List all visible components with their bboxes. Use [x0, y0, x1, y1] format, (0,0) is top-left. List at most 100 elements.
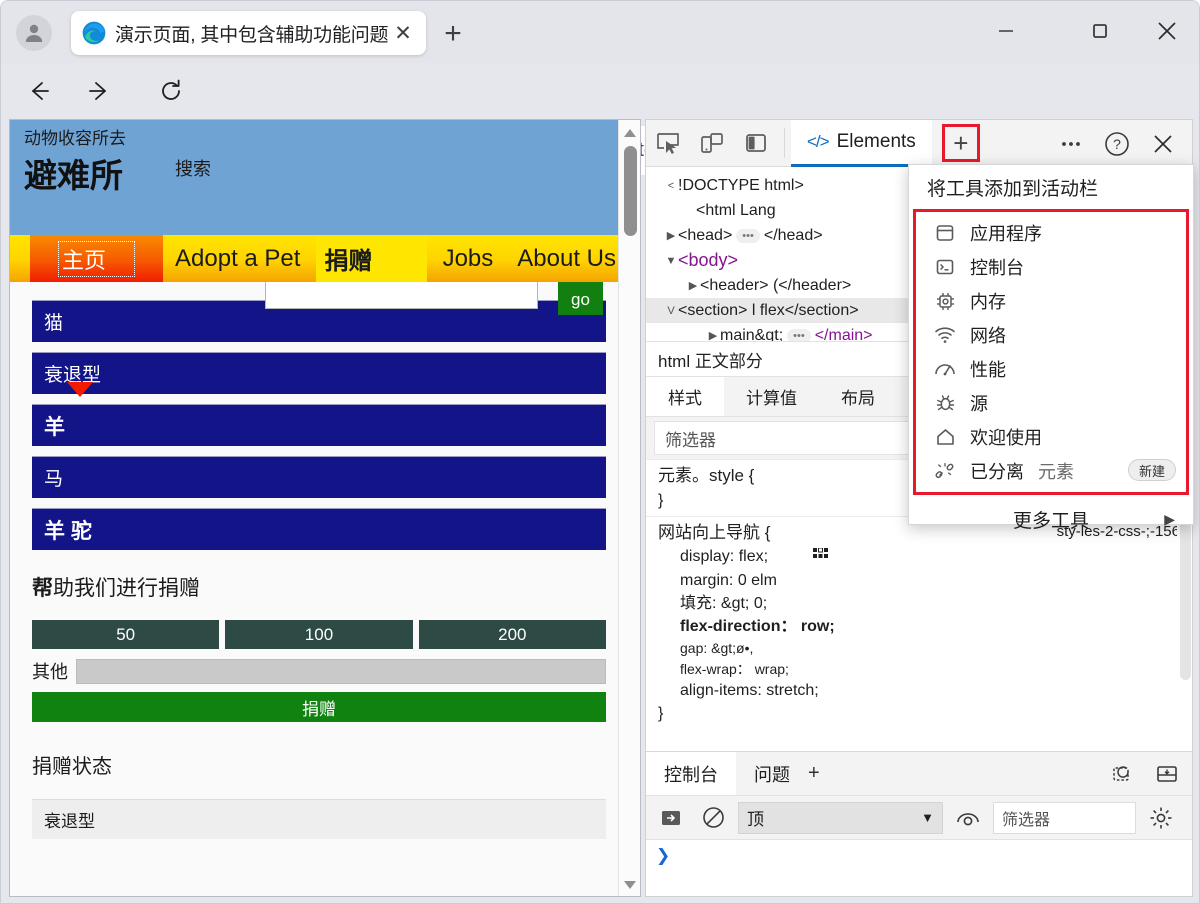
menu-item-memory[interactable]: 内存 [916, 284, 1186, 318]
other-amount-input[interactable] [76, 659, 606, 684]
page-scrollbar[interactable] [618, 120, 640, 897]
scroll-up-arrow-icon[interactable] [619, 122, 641, 144]
twisty-icon[interactable]: < [664, 180, 678, 192]
css-declaration[interactable]: flex-direction： row; [658, 615, 1180, 638]
css-declaration[interactable]: gap: &gt;ø•, [658, 638, 1180, 658]
back-button[interactable] [19, 71, 59, 111]
console-context-value: 顶 [747, 805, 764, 830]
tab-console[interactable]: 控制台 [646, 752, 736, 795]
devtools-close-icon[interactable] [1140, 122, 1186, 166]
inspect-element-icon[interactable] [646, 121, 690, 165]
menu-item-performance[interactable]: 性能 [916, 352, 1186, 386]
window-minimize-button[interactable] [983, 9, 1029, 53]
donation-status-heading: 捐赠状态 [32, 750, 628, 779]
detached-elements-icon [934, 460, 956, 482]
menu-item-label: 性能 [970, 356, 1006, 382]
scroll-down-arrow-icon[interactable] [619, 874, 641, 896]
css-declaration[interactable]: flex-wrap： wrap; [658, 659, 1180, 679]
list-item[interactable]: 羊 驼 [32, 508, 606, 550]
code-brackets-icon: </> [807, 132, 829, 152]
devtools-toolbar: </> Elements + ? [646, 120, 1192, 167]
menu-item-application[interactable]: 应用程序 [916, 216, 1186, 250]
css-declaration[interactable]: display: flex; [658, 545, 1180, 568]
forward-button[interactable] [79, 71, 119, 111]
css-prop-name: margin: [680, 572, 733, 589]
list-item[interactable]: 衰退型 [32, 352, 606, 394]
list-item[interactable]: 羊 [32, 404, 606, 446]
dom-node-text: <head> [678, 227, 732, 245]
nav-item-jobs[interactable]: Jobs [431, 235, 506, 282]
tab-issues[interactable]: 问题 [736, 752, 808, 795]
twisty-icon[interactable]: V [664, 305, 678, 317]
profile-avatar[interactable] [16, 15, 52, 51]
nav-item-donate[interactable]: 捐赠 [316, 235, 426, 282]
nav-item-home[interactable]: 主页 [30, 235, 163, 282]
twisty-icon[interactable]: ▶ [664, 229, 678, 242]
css-prop-value: wrap; [755, 661, 789, 677]
device-toggle-icon[interactable] [690, 121, 734, 165]
tab-title: 演示页面, 其中包含辅助功能问题 [115, 20, 390, 47]
tab-styles[interactable]: 样式 [646, 377, 724, 416]
flex-badge-icon[interactable] [813, 547, 828, 562]
css-declaration[interactable]: align-items: stretch; [658, 679, 1180, 702]
amount-button-50[interactable]: 50 [32, 620, 219, 649]
window-maximize-button[interactable] [1077, 9, 1123, 53]
twisty-icon[interactable]: ▼ [664, 255, 678, 267]
settings-gear-icon[interactable] [1144, 801, 1178, 835]
css-prop-name: align-items: [680, 682, 762, 699]
nav-item-adopt[interactable]: Adopt a Pet [163, 235, 312, 282]
donate-button[interactable]: 捐赠 [32, 692, 606, 722]
css-declaration[interactable]: margin: 0 elm [658, 569, 1180, 592]
list-item[interactable]: 马 [32, 456, 606, 498]
amount-button-200[interactable]: 200 [419, 620, 606, 649]
site-name-line2: 避难所 [24, 159, 614, 192]
restore-drawer-icon[interactable] [1104, 755, 1142, 793]
nav-item-about[interactable]: About Us [505, 235, 628, 282]
menu-item-welcome[interactable]: 欢迎使用 [916, 420, 1186, 454]
console-context-select[interactable]: 顶 ▼ [738, 802, 943, 834]
console-output[interactable]: ❯ [646, 840, 1192, 895]
menu-item-network[interactable]: 网络 [916, 318, 1186, 352]
wifi-icon [934, 326, 956, 344]
flex-grid-icon [813, 548, 828, 563]
dock-bottom-icon[interactable] [1148, 755, 1186, 793]
tab-computed[interactable]: 计算值 [724, 377, 819, 416]
collapsed-children-icon[interactable]: ••• [736, 229, 760, 243]
sidebar-toggle-icon[interactable] [654, 801, 688, 835]
dock-side-icon[interactable] [734, 121, 778, 165]
ellipsis-icon [1058, 131, 1084, 157]
twisty-icon[interactable]: ▶ [706, 329, 720, 341]
menu-item-detached-elements[interactable]: 已分离 元素 新建 [916, 454, 1186, 488]
search-input[interactable] [265, 278, 538, 309]
search-go-button[interactable]: go [558, 277, 603, 315]
app-window-icon [935, 223, 955, 243]
reload-button[interactable] [151, 71, 191, 111]
collapsed-children-icon[interactable]: ••• [787, 329, 811, 342]
menu-item-console[interactable]: 控制台 [916, 250, 1186, 284]
css-declaration[interactable]: 填充: &gt; 0; [658, 592, 1180, 615]
amount-button-100[interactable]: 100 [225, 620, 412, 649]
browser-tab[interactable]: 演示页面, 其中包含辅助功能问题 ✕ [71, 11, 426, 55]
window-close-button[interactable] [1144, 9, 1190, 53]
new-tab-button[interactable]: + [438, 19, 468, 49]
memory-chip-icon [934, 290, 956, 312]
nav-item-home-label: 主页 [58, 241, 135, 277]
clear-console-icon[interactable] [696, 801, 730, 835]
tab-layout[interactable]: 布局 [819, 377, 897, 416]
twisty-icon[interactable]: ▶ [686, 279, 700, 292]
tab-close-button[interactable]: ✕ [390, 20, 416, 46]
eye-icon[interactable] [951, 801, 985, 835]
css-prop-name: display: [680, 548, 734, 565]
add-tool-button[interactable]: + [942, 124, 980, 162]
console-filter-input[interactable]: 筛选器 [993, 802, 1136, 834]
menu-item-label: 内存 [970, 288, 1006, 314]
person-icon [22, 21, 46, 45]
drawer-add-tab-button[interactable]: + [808, 752, 820, 795]
page-scroll-thumb[interactable] [624, 146, 637, 236]
nav-css-rule[interactable]: sty-les-2-css-;-156 网站向上导航 { display: fl… [646, 516, 1192, 729]
help-icon[interactable]: ? [1094, 122, 1140, 166]
tab-elements[interactable]: </> Elements [791, 120, 932, 167]
menu-item-sources[interactable]: 源 [916, 386, 1186, 420]
more-options-icon[interactable] [1048, 122, 1094, 166]
menu-item-more-tools[interactable]: 更多工具 ▶ [909, 495, 1193, 543]
